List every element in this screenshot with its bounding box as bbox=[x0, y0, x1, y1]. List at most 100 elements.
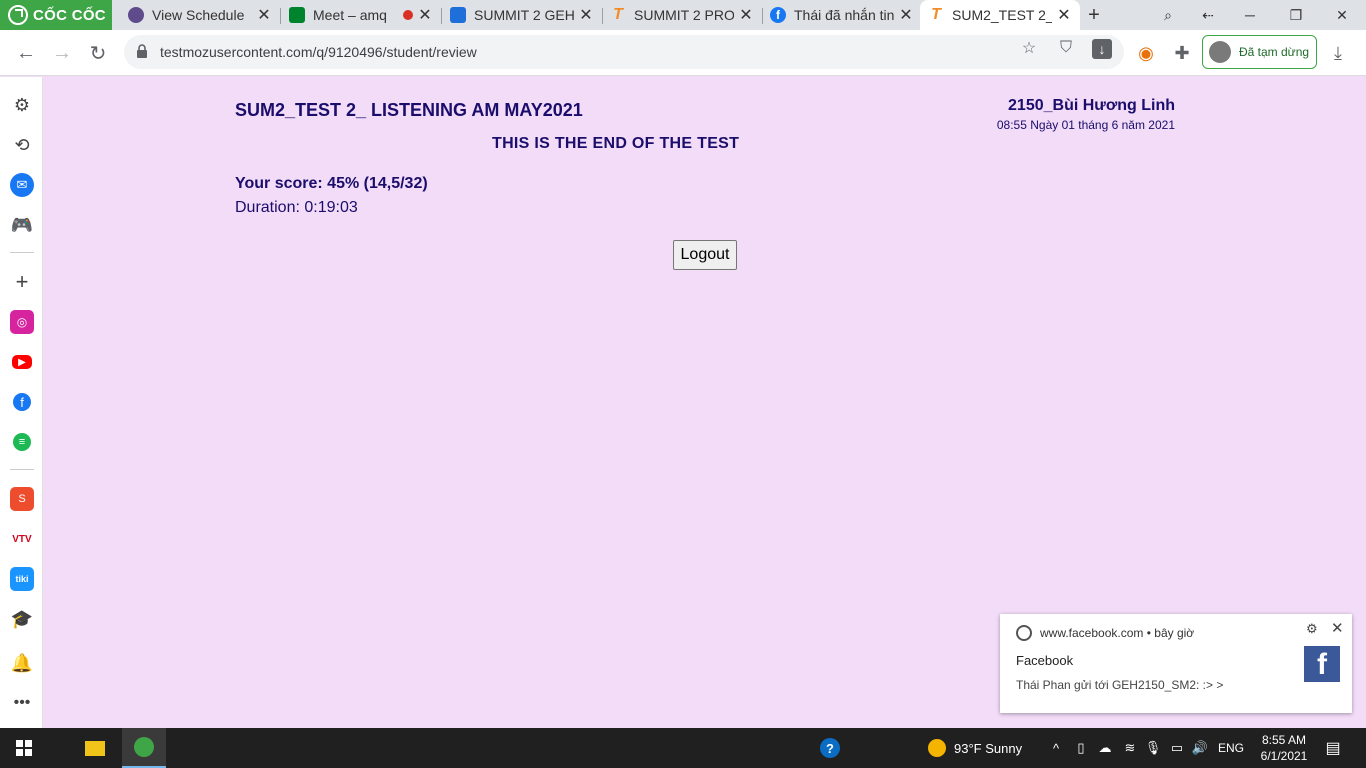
spotify-icon[interactable]: ≡ bbox=[13, 433, 31, 451]
close-icon[interactable]: ✕ bbox=[256, 5, 272, 25]
tab-label: Meet – amq bbox=[313, 7, 387, 23]
history-icon[interactable]: ⟲ bbox=[10, 133, 34, 157]
add-sidebar-app-icon[interactable]: + bbox=[10, 269, 34, 294]
coccoc-notification-icon bbox=[1016, 625, 1032, 641]
tray-app-icon[interactable]: ▯ bbox=[1072, 728, 1090, 768]
weather-widget[interactable]: 93°F Sunny bbox=[928, 728, 1022, 768]
close-icon[interactable]: ✕ bbox=[1056, 5, 1072, 25]
bookmark-star-icon[interactable]: ☆ bbox=[1020, 39, 1038, 57]
input-language[interactable]: ENG bbox=[1214, 728, 1248, 768]
student-name: 2150_Bùi Hương Linh bbox=[1008, 97, 1175, 114]
url-text: testmozusercontent.com/q/9120496/student… bbox=[160, 44, 477, 60]
sidebar-divider bbox=[10, 469, 34, 470]
coccoc-taskbar-icon[interactable] bbox=[122, 728, 166, 768]
tab-search-icon[interactable]: ⌕ bbox=[1150, 0, 1186, 30]
reload-button[interactable]: ↻ bbox=[84, 39, 112, 67]
microphone-icon[interactable]: 🎙 bbox=[1144, 728, 1162, 768]
downloads-icon[interactable]: ⤓ bbox=[1324, 39, 1352, 67]
new-tab-button[interactable]: + bbox=[1082, 0, 1106, 30]
classroom-icon bbox=[450, 7, 466, 23]
clock-time: 8:55 AM bbox=[1261, 733, 1307, 747]
close-icon[interactable]: ✕ bbox=[738, 5, 754, 25]
settings-gear-icon[interactable]: ⚙ bbox=[10, 93, 34, 117]
profile-status-label: Đã tạm dừng bbox=[1239, 45, 1310, 59]
notification-message: Thái Phan gửi tới GEH2150_SM2: :> > bbox=[1016, 678, 1224, 692]
tray-chevron-up-icon[interactable]: ^ bbox=[1046, 728, 1066, 768]
address-bar[interactable]: testmozusercontent.com/q/9120496/student… bbox=[124, 35, 1124, 69]
back-arrow-icon[interactable]: ⇠ bbox=[1190, 0, 1226, 30]
coccoc-menu-button[interactable]: CỐC CỐC bbox=[0, 0, 112, 30]
score-text: Your score: 45% (14,5/32) bbox=[235, 175, 428, 192]
vtv-icon[interactable]: VTV bbox=[10, 527, 34, 551]
duration-text: Duration: 0:19:03 bbox=[235, 199, 358, 216]
extensions-puzzle-icon[interactable]: ✚ bbox=[1168, 39, 1196, 67]
facebook-logo-icon: f bbox=[1304, 646, 1340, 682]
clock[interactable]: 8:55 AM 6/1/2021 bbox=[1252, 728, 1316, 768]
testmoz-icon: T bbox=[931, 6, 941, 23]
notification-source: www.facebook.com • bây giờ bbox=[1040, 626, 1195, 640]
tab-label: SUM2_TEST 2_ L bbox=[952, 7, 1052, 23]
tab-view-schedule[interactable]: View Schedule ✕ bbox=[120, 0, 280, 30]
address-toolbar: ← → ↻ testmozusercontent.com/q/9120496/s… bbox=[0, 30, 1366, 76]
tiki-icon[interactable]: tiki bbox=[10, 567, 34, 591]
back-button[interactable]: ← bbox=[12, 39, 40, 67]
tab-strip: CỐC CỐC View Schedule ✕ Meet – amq ✕ SUM… bbox=[0, 0, 1366, 30]
weather-text: 93°F Sunny bbox=[954, 740, 1023, 756]
coccoc-extension-icon[interactable]: ◉ bbox=[1132, 39, 1160, 67]
tab-facebook[interactable]: f Thái đã nhắn tin ✕ bbox=[762, 0, 922, 30]
tab-summit-proc[interactable]: T SUMMIT 2 PROC ✕ bbox=[602, 0, 762, 30]
close-icon[interactable]: ✕ bbox=[578, 5, 594, 25]
recording-icon bbox=[403, 10, 413, 20]
notification-title: Facebook bbox=[1016, 653, 1074, 668]
windows-start-icon[interactable] bbox=[6, 728, 42, 768]
shopee-icon[interactable]: S bbox=[10, 487, 34, 511]
action-center-icon[interactable]: ▤ bbox=[1318, 728, 1348, 768]
tab-label: Thái đã nhắn tin bbox=[794, 7, 894, 23]
download-page-icon[interactable]: ↓ bbox=[1092, 39, 1112, 59]
tab-summit-geh[interactable]: SUMMIT 2 GEH ✕ bbox=[442, 0, 602, 30]
tab-sum2-test[interactable]: T SUM2_TEST 2_ L ✕ bbox=[920, 0, 1080, 30]
wifi-icon[interactable]: ≋ bbox=[1120, 728, 1140, 768]
youtube-icon[interactable]: ▶ bbox=[12, 355, 32, 369]
tab-meet[interactable]: Meet – amq ✕ bbox=[281, 0, 441, 30]
file-explorer-icon[interactable] bbox=[78, 728, 112, 768]
shield-icon[interactable]: ⛉ bbox=[1057, 39, 1075, 57]
forward-button[interactable]: → bbox=[48, 39, 76, 67]
close-icon[interactable]: ✕ bbox=[417, 5, 433, 25]
lock-icon bbox=[137, 44, 147, 58]
testmoz-icon: T bbox=[613, 6, 623, 23]
restore-button[interactable]: ❐ bbox=[1278, 0, 1314, 30]
notification-settings-gear-icon[interactable]: ⚙ bbox=[1306, 621, 1318, 637]
end-of-test-message: THIS IS THE END OF THE TEST bbox=[492, 135, 740, 152]
close-window-button[interactable]: ✕ bbox=[1324, 0, 1360, 30]
cloud-error-icon[interactable]: ☁ bbox=[1094, 728, 1116, 768]
facebook-icon[interactable]: f bbox=[13, 393, 31, 411]
sidebar-divider bbox=[10, 252, 34, 253]
more-options-icon[interactable]: ••• bbox=[10, 691, 34, 715]
facebook-notification-popup[interactable]: www.facebook.com • bây giờ ⚙ ✕ Facebook … bbox=[1000, 614, 1352, 713]
sunny-icon bbox=[928, 739, 946, 757]
close-icon[interactable]: ✕ bbox=[898, 5, 914, 25]
browser-sidebar: ⚙ ⟲ ✉ 🎮 + ◎ ▶ f ≡ S VTV tiki 🎓 🔔 ••• bbox=[0, 77, 43, 728]
logout-button[interactable]: Logout bbox=[673, 240, 737, 270]
facebook-icon: f bbox=[770, 7, 786, 23]
battery-icon[interactable]: ▭ bbox=[1166, 728, 1188, 768]
test-title: SUM2_TEST 2_ LISTENING AM MAY2021 bbox=[235, 100, 583, 120]
tab-label: View Schedule bbox=[152, 7, 245, 23]
windows-taskbar: ? 93°F Sunny ^ ▯ ☁ ≋ 🎙 ▭ 🔊 ENG 8:55 AM 6… bbox=[0, 728, 1366, 768]
profile-button[interactable]: Đã tạm dừng bbox=[1202, 35, 1317, 69]
notification-close-icon[interactable]: ✕ bbox=[1331, 619, 1344, 637]
volume-icon[interactable]: 🔊 bbox=[1190, 728, 1210, 768]
avatar bbox=[1209, 41, 1231, 63]
help-icon[interactable]: ? bbox=[816, 728, 844, 768]
clock-date: 6/1/2021 bbox=[1260, 749, 1308, 763]
notification-bell-icon[interactable]: 🔔 bbox=[10, 651, 34, 675]
messenger-icon[interactable]: ✉ bbox=[10, 173, 34, 197]
submission-datetime: 08:55 Ngày 01 tháng 6 năm 2021 bbox=[996, 118, 1175, 132]
minimize-button[interactable]: ─ bbox=[1232, 0, 1268, 30]
notification-site: www.facebook.com bbox=[1040, 626, 1144, 640]
graduation-cap-icon[interactable]: 🎓 bbox=[10, 607, 34, 631]
notification-time: bây giờ bbox=[1154, 626, 1195, 640]
game-controller-icon[interactable]: 🎮 bbox=[10, 213, 34, 237]
instagram-icon[interactable]: ◎ bbox=[10, 310, 34, 334]
